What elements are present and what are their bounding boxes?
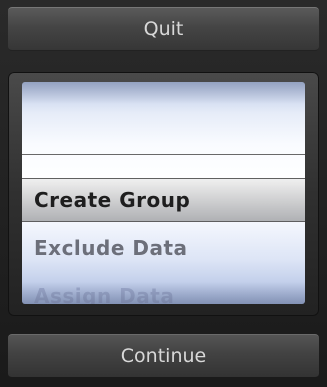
picker-wheel[interactable]: Create Group Exclude Data Assign Data bbox=[22, 82, 305, 304]
picker-option-assign-data[interactable]: Assign Data bbox=[34, 284, 174, 304]
continue-button[interactable]: Continue bbox=[8, 334, 319, 378]
quit-button[interactable]: Quit bbox=[8, 7, 319, 51]
picker-option-create-group[interactable]: Create Group bbox=[34, 188, 190, 212]
wheel-top-shade bbox=[22, 82, 305, 104]
wheel-divider bbox=[22, 154, 305, 155]
picker-option-exclude-data[interactable]: Exclude Data bbox=[34, 236, 188, 260]
picker-frame: Create Group Exclude Data Assign Data bbox=[8, 72, 319, 316]
picker-screen: Quit Create Group Exclude Data Assign Da… bbox=[0, 0, 327, 387]
